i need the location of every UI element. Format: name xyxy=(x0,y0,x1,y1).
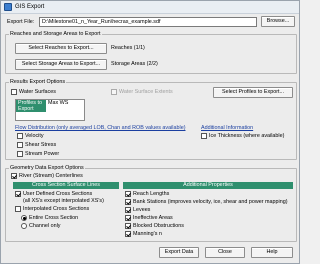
levees-checkbox[interactable] xyxy=(125,207,131,213)
blocked-obstructions-checkbox[interactable] xyxy=(125,223,131,229)
water-surfaces-label: Water Surfaces xyxy=(19,89,56,95)
ice-thickness-label: Ice Thickness (where available) xyxy=(209,133,285,139)
reaches-count: Reaches (1/1) xyxy=(111,45,145,51)
ineffective-areas-checkbox[interactable] xyxy=(125,215,131,221)
shear-stress-checkbox[interactable] xyxy=(17,142,23,148)
ineffective-areas-label: Ineffective Areas xyxy=(133,215,173,221)
help-button[interactable]: Help xyxy=(251,247,293,258)
storage-areas-count: Storage Areas (2/2) xyxy=(111,61,158,67)
export-file-label: Export File: xyxy=(7,19,35,25)
interpolated-xs-label: Interpolated Cross Sections xyxy=(23,206,90,212)
velocity-label: Velocity xyxy=(25,133,44,139)
water-surfaces-checkbox[interactable] xyxy=(11,89,17,95)
profiles-list[interactable]: Profiles to Export Max WS xyxy=(15,99,85,121)
bank-stations-checkbox[interactable] xyxy=(125,199,131,205)
river-centerlines-label: River (Stream) Centerlines xyxy=(19,173,83,179)
user-defined-xs-sub: (all XS's except interpolated XS's) xyxy=(23,198,104,204)
channel-only-label: Channel only xyxy=(29,223,61,229)
entire-xs-radio[interactable] xyxy=(21,215,27,221)
river-centerlines-checkbox[interactable] xyxy=(11,173,17,179)
entire-xs-label: Entire Cross Section xyxy=(29,215,79,221)
mannings-n-checkbox[interactable] xyxy=(125,231,131,237)
interpolated-xs-checkbox[interactable] xyxy=(15,206,21,212)
channel-only-radio[interactable] xyxy=(21,223,27,229)
reach-lengths-checkbox[interactable] xyxy=(125,191,131,197)
water-surface-extents-checkbox[interactable] xyxy=(111,89,117,95)
app-icon xyxy=(4,3,12,11)
export-data-button[interactable]: Export Data xyxy=(159,247,199,258)
blocked-obstructions-label: Blocked Obstructions xyxy=(133,223,184,229)
velocity-checkbox[interactable] xyxy=(17,133,23,139)
window-title: GIS Export xyxy=(15,4,45,10)
geometry-options-group-label: Geometry Data Export Options xyxy=(9,165,85,171)
export-file-input[interactable]: D:\Milestone01_n_Year_Run\hecras_example… xyxy=(39,17,257,27)
user-defined-xs-label: User Defined Cross Sections xyxy=(23,191,93,197)
levees-label: Levees xyxy=(133,207,151,213)
user-defined-xs-checkbox[interactable] xyxy=(15,191,21,197)
title-bar: GIS Export xyxy=(1,1,299,14)
xs-lines-header: Cross Section Surface Lines xyxy=(13,182,119,189)
flow-distribution-label: Flow Distribution (only averaged LOB, Ch… xyxy=(15,125,186,131)
bank-stations-label: Bank Stations (improves velocity, ice, s… xyxy=(133,199,288,205)
browse-button[interactable]: Browse... xyxy=(261,16,295,27)
mannings-n-label: Manning's n xyxy=(133,231,162,237)
additional-properties-header: Additional Properties xyxy=(123,182,293,189)
profile-max-ws[interactable]: Max WS xyxy=(48,100,68,106)
stream-power-label: Stream Power xyxy=(25,151,60,157)
select-reaches-button[interactable]: Select Reaches to Export... xyxy=(15,43,107,54)
gis-export-window: GIS Export Export File: D:\Milestone01_n… xyxy=(0,0,300,264)
shear-stress-label: Shear Stress xyxy=(25,142,57,148)
additional-info-label: Additional Information xyxy=(201,125,254,131)
reaches-areas-group-label: Reaches and Storage Areas to Export xyxy=(9,31,102,37)
select-profiles-button[interactable]: Select Profiles to Export... xyxy=(213,87,293,98)
close-button[interactable]: Close xyxy=(205,247,245,258)
ice-thickness-checkbox[interactable] xyxy=(201,133,207,139)
results-options-group-label: Results Export Options xyxy=(9,79,67,85)
stream-power-checkbox[interactable] xyxy=(17,151,23,157)
profiles-list-header: Profiles to Export xyxy=(16,100,46,112)
select-storage-areas-button[interactable]: Select Storage Areas to Export... xyxy=(15,59,107,70)
reach-lengths-label: Reach Lengths xyxy=(133,191,170,197)
water-surface-extents-label: Water Surface Extents xyxy=(119,89,173,95)
